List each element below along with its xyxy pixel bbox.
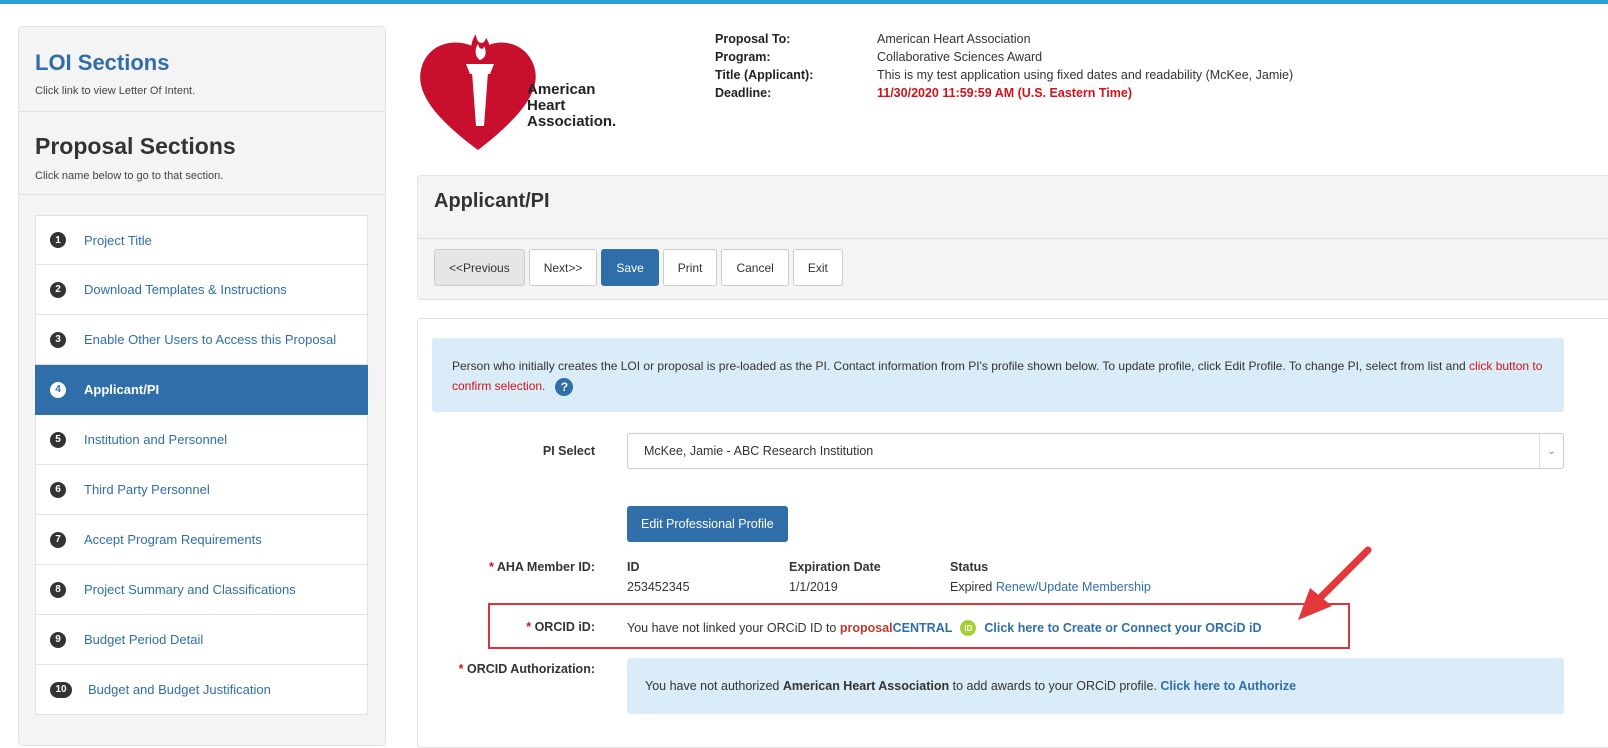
top-accent-bar: [0, 0, 1608, 4]
proposal-hint: Click name below to go to that section.: [35, 170, 224, 182]
step-number-badge: 10: [50, 681, 72, 698]
sidebar-item-label: Applicant/PI: [84, 382, 160, 397]
title-value: This is my test application using fixed …: [877, 68, 1294, 82]
loi-hint: Click link to view Letter Of Intent.: [35, 85, 196, 97]
step-number-badge: 7: [50, 531, 66, 548]
step-number-badge: 6: [50, 481, 66, 498]
chevron-down-icon: ⌄: [1539, 434, 1563, 468]
orcid-id-label: * ORCID iD:: [490, 620, 595, 634]
orcid-status: You have not linked your ORCiD ID to pro…: [627, 620, 1262, 636]
divider: [418, 238, 1608, 239]
sidebar-item-label: Project Title: [84, 232, 152, 248]
sidebar-item-label: Budget Period Detail: [84, 632, 204, 647]
sidebar-item-project-summary[interactable]: 8 Project Summary and Classifications: [35, 565, 368, 615]
sidebar-item-label: Third Party Personnel: [84, 482, 210, 497]
loi-sections-title[interactable]: LOI Sections: [35, 45, 369, 81]
status-header: Status: [950, 560, 989, 574]
info-alert: Person who initially creates the LOI or …: [432, 338, 1564, 412]
auth-text-pre: You have not authorized: [645, 679, 780, 693]
pi-select-label: PI Select: [542, 444, 595, 458]
toolbar: <<Previous Next>> Save Print Cancel Exit: [434, 249, 843, 286]
applicant-panel-header: Applicant/PI <<Previous Next>> Save Prin…: [417, 175, 1608, 300]
sidebar-item-label: Accept Program Requirements: [84, 532, 262, 547]
orcid-text: You have not linked your ORCiD ID to: [627, 621, 837, 635]
section-nav: 1 Project Title 2 Download Templates & I…: [35, 215, 368, 715]
pi-select-value: McKee, Jamie - ABC Research Institution: [644, 444, 874, 458]
orcid-icon: iD: [960, 620, 977, 636]
divider: [19, 111, 385, 112]
sidebar-item-third-party-personnel[interactable]: 6 Third Party Personnel: [35, 465, 368, 515]
sidebar-item-label: Institution and Personnel: [84, 432, 228, 447]
sidebar-item-label: Download Templates & Instructions: [84, 282, 287, 297]
proposal-to-value: American Heart Association: [877, 32, 1031, 46]
pi-select-dropdown[interactable]: McKee, Jamie - ABC Research Institution …: [627, 433, 1564, 469]
orcid-id-text: ORCID iD:: [534, 620, 595, 634]
aha-member-id-text: AHA Member ID:: [496, 560, 595, 574]
logo-line-2: Heart: [527, 97, 566, 114]
sidebar-item-enable-other-users[interactable]: 3 Enable Other Users to Access this Prop…: [35, 315, 368, 365]
step-number-badge: 4: [50, 381, 66, 398]
id-header: ID: [627, 560, 640, 574]
expiration-header: Expiration Date: [789, 560, 881, 574]
sidebar-item-project-title[interactable]: 1 Project Title: [35, 215, 368, 265]
orcid-connect-link[interactable]: Click here to Create or Connect your ORC…: [984, 621, 1261, 635]
orcid-authorization-text: ORCID Authorization:: [467, 662, 595, 676]
print-button[interactable]: Print: [662, 249, 718, 286]
step-number-badge: 3: [50, 331, 66, 348]
program-value: Collaborative Sciences Award: [877, 50, 1043, 64]
step-number-badge: 1: [50, 232, 66, 248]
required-asterisk: *: [488, 560, 497, 574]
step-number-badge: 2: [50, 281, 66, 298]
sidebar-item-applicant-pi[interactable]: 4 Applicant/PI: [35, 365, 368, 415]
sidebar-item-label: Project Summary and Classifications: [84, 582, 296, 597]
proposal-sections-title: Proposal Sections: [35, 133, 236, 159]
sidebar: LOI Sections Click link to view Letter O…: [18, 26, 386, 746]
sidebar-item-label: Budget and Budget Justification: [88, 682, 271, 697]
sidebar-item-institution-personnel[interactable]: 5 Institution and Personnel: [35, 415, 368, 465]
proposal-info: Proposal To: American Heart Association …: [715, 30, 1293, 102]
divider: [19, 194, 385, 195]
authorize-link[interactable]: Click here to Authorize: [1160, 679, 1296, 693]
sidebar-item-budget-period[interactable]: 9 Budget Period Detail: [35, 615, 368, 665]
brand-central: CENTRAL: [892, 621, 953, 635]
sidebar-item-accept-requirements[interactable]: 7 Accept Program Requirements: [35, 515, 368, 565]
step-number-badge: 8: [50, 581, 66, 598]
required-asterisk: *: [526, 620, 535, 634]
sidebar-item-download-templates[interactable]: 2 Download Templates & Instructions: [35, 265, 368, 315]
brand-proposal: proposal: [839, 621, 893, 635]
cancel-button[interactable]: Cancel: [721, 249, 789, 286]
page-title: Applicant/PI: [434, 190, 550, 212]
edit-professional-profile-button[interactable]: Edit Professional Profile: [627, 506, 788, 542]
id-value: 253452345: [627, 580, 690, 594]
required-asterisk: *: [458, 662, 467, 676]
info-text: Person who initially creates the LOI or …: [452, 359, 1470, 373]
title-label: Title (Applicant):: [715, 68, 814, 82]
auth-text-post: to add awards to your ORCiD profile.: [952, 679, 1157, 693]
orcid-authorization-alert: You have not authorized American Heart A…: [627, 658, 1564, 714]
aha-member-id-label: * AHA Member ID:: [440, 560, 595, 574]
previous-button[interactable]: <<Previous: [434, 249, 525, 286]
deadline-label: Deadline:: [715, 86, 772, 100]
renew-membership-link[interactable]: Renew/Update Membership: [996, 580, 1151, 594]
auth-org: American Heart Association: [782, 679, 950, 693]
logo-line-1: American: [527, 81, 596, 98]
step-number-badge: 5: [50, 431, 66, 448]
proposal-to-label: Proposal To:: [715, 32, 791, 46]
save-button[interactable]: Save: [601, 249, 659, 286]
next-button[interactable]: Next>>: [528, 249, 598, 286]
question-circle-icon[interactable]: ?: [555, 377, 574, 396]
logo-line-3: Association.: [527, 113, 617, 130]
red-arrow-annotation: [1298, 546, 1372, 620]
sidebar-item-label: Enable Other Users to Access this Propos…: [84, 332, 337, 347]
sidebar-item-budget-justification[interactable]: 10 Budget and Budget Justification: [35, 665, 368, 715]
deadline-value: 11/30/2020 11:59:59 AM (U.S. Eastern Tim…: [877, 86, 1132, 100]
logo-wordmark: American Heart Association.: [527, 82, 616, 130]
program-label: Program:: [715, 50, 771, 64]
exit-button[interactable]: Exit: [792, 249, 843, 286]
expiration-value: 1/1/2019: [789, 580, 838, 594]
step-number-badge: 9: [50, 631, 66, 648]
orcid-authorization-label: * ORCID Authorization:: [440, 662, 595, 676]
status-value: Expired: [950, 580, 993, 594]
